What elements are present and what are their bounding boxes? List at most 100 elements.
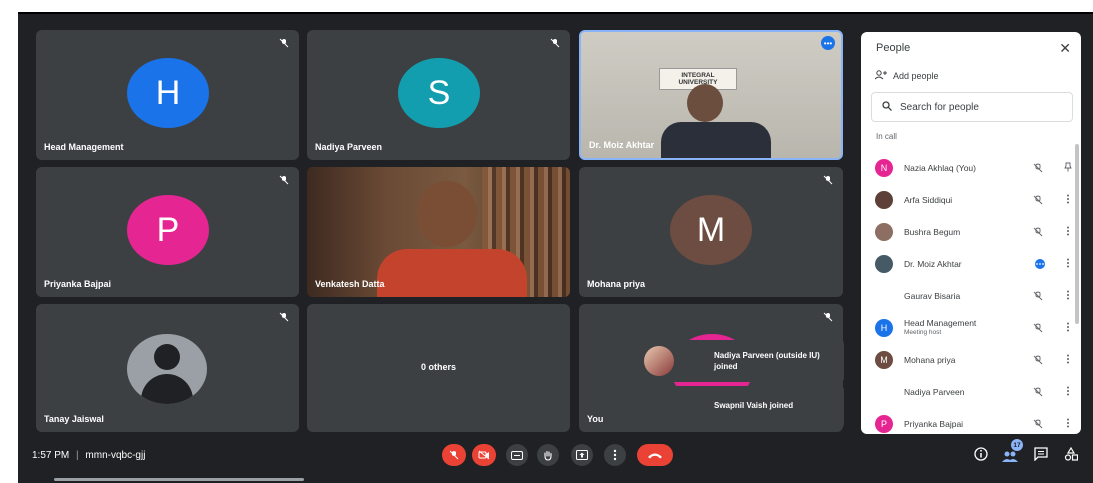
join-notification: Nadiya Parveen (outside IU) joined (618, 340, 844, 382)
person-body (377, 249, 527, 297)
meeting-code[interactable]: mmn-vqbc-gjj (85, 450, 145, 461)
add-people-button[interactable]: Add people (874, 70, 939, 82)
more-icon[interactable] (1063, 418, 1073, 431)
participant-name: Head Management (44, 142, 124, 152)
person-head (417, 181, 477, 247)
others-tile[interactable]: 0 others (307, 304, 570, 432)
captions-button[interactable] (506, 444, 528, 466)
participant-avatar (875, 255, 893, 273)
present-button[interactable] (571, 444, 593, 466)
participant-avatar: S (398, 58, 480, 128)
mic-off-icon[interactable] (1033, 419, 1043, 429)
participant-avatar: H (875, 319, 893, 337)
participant-video-tile[interactable]: Venkatesh Datta (307, 167, 570, 297)
participant-avatar: M (670, 195, 752, 265)
in-call-label: In call (876, 132, 897, 141)
mic-off-icon[interactable] (1033, 387, 1043, 397)
participant-name: Arfa Siddiqui (904, 194, 953, 205)
people-icon (1002, 451, 1018, 462)
hang-up-icon (648, 453, 662, 459)
toast-text: Swapnil Vaish joined (714, 401, 794, 410)
participant-row[interactable]: M Mohana priya (875, 348, 1073, 372)
participant-info: Arfa Siddiqui (904, 194, 1033, 205)
more-icon[interactable] (1063, 354, 1073, 367)
default-avatar-icon (127, 334, 207, 404)
mic-off-icon[interactable] (1033, 291, 1043, 301)
meeting-separator: | (76, 450, 79, 461)
participant-avatar: M (875, 351, 893, 369)
camera-off-icon (478, 450, 490, 460)
people-count-badge: 17 (1011, 439, 1023, 451)
more-icon[interactable] (1063, 258, 1073, 271)
participant-role: Meeting host (904, 329, 942, 336)
participant-row[interactable]: N Nazia Akhlaq (You) (875, 156, 1073, 180)
present-screen-icon (576, 450, 588, 460)
participant-name: Dr. Moiz Akhtar (589, 140, 655, 150)
mic-off-icon[interactable] (1033, 323, 1043, 333)
mic-off-icon (823, 312, 833, 322)
more-icon[interactable] (1063, 386, 1073, 399)
activities-icon (1064, 446, 1079, 461)
participant-tile[interactable]: H Head Management (36, 30, 299, 160)
meeting-info: 1:57 PM | mmn-vqbc-gjj (32, 450, 145, 461)
participant-row[interactable]: Gaurav Bisaria (875, 284, 1073, 308)
participant-row[interactable]: Arfa Siddiqui (875, 188, 1073, 212)
participant-row[interactable]: H Head Management Meeting host (875, 316, 1073, 340)
participant-avatar (875, 223, 893, 241)
participant-tile[interactable]: M Mohana priya (579, 167, 843, 297)
participant-info: Gaurav Bisaria (904, 291, 1033, 301)
search-input[interactable]: Search for people (871, 92, 1073, 122)
participant-avatar: H (127, 58, 209, 128)
participant-row[interactable]: Nadiya Parveen (875, 380, 1073, 404)
meet-window: H Head Management S Nadiya Parveen INTEG… (18, 12, 1093, 483)
mic-off-icon[interactable] (1033, 163, 1043, 173)
mic-off-icon[interactable] (1033, 227, 1043, 237)
participant-info: Dr. Moiz Akhtar (904, 259, 1033, 269)
participant-name: Nazia Akhlaq (You) (904, 162, 976, 173)
leave-call-button[interactable] (637, 444, 673, 466)
participant-row[interactable]: Bushra Begum (875, 220, 1073, 244)
mic-off-icon[interactable] (1033, 195, 1043, 205)
chat-button[interactable] (1034, 447, 1050, 463)
participant-name: Nadiya Parveen (904, 386, 965, 397)
mic-off-icon[interactable] (1033, 355, 1043, 365)
participant-tile[interactable]: Tanay Jaiswal (36, 304, 299, 432)
more-icon[interactable] (1063, 322, 1073, 335)
participant-tile[interactable]: S Nadiya Parveen (307, 30, 570, 160)
more-options-icon[interactable]: ••• (821, 36, 835, 50)
participant-name: Bushra Begum (904, 226, 961, 237)
more-icon[interactable] (1063, 226, 1073, 239)
participant-info: Nadiya Parveen (904, 386, 1033, 397)
mic-off-icon (279, 312, 289, 322)
more-icon[interactable] (1063, 194, 1073, 207)
participant-name: Tanay Jaiswal (44, 414, 104, 424)
people-button[interactable]: 17 (1002, 439, 1024, 465)
more-vert-icon (613, 449, 617, 461)
participant-info: Mohana priya (904, 355, 1033, 365)
close-icon[interactable]: ✕ (1059, 40, 1071, 57)
pin-icon[interactable] (1063, 162, 1073, 175)
participant-name: Head Management (904, 318, 977, 328)
raise-hand-button[interactable] (537, 444, 559, 466)
more-icon[interactable] (1063, 290, 1073, 303)
participant-tile[interactable]: P Priyanka Bajpai (36, 167, 299, 297)
participant-name: Mohana priya (587, 279, 646, 289)
add-person-icon (874, 70, 887, 82)
participant-avatar (875, 383, 893, 401)
search-icon (882, 100, 892, 114)
meeting-details-button[interactable] (974, 447, 990, 463)
mic-toggle-button[interactable] (442, 444, 466, 466)
activities-button[interactable] (1064, 446, 1080, 463)
camera-toggle-button[interactable] (472, 444, 496, 466)
add-people-label: Add people (893, 71, 939, 81)
speaking-indicator-icon[interactable] (1033, 259, 1045, 269)
captions-icon (511, 450, 523, 460)
more-options-button[interactable] (604, 444, 626, 466)
participant-row[interactable]: P Priyanka Bajpai (875, 412, 1073, 434)
participant-avatar (875, 287, 893, 305)
participant-video-tile[interactable]: INTEGRAL UNIVERSITY ••• Dr. Moiz Akhtar (579, 30, 843, 160)
participant-avatar: P (875, 415, 893, 433)
participant-avatar: N (875, 159, 893, 177)
participant-row[interactable]: Dr. Moiz Akhtar (875, 252, 1073, 276)
scrollbar[interactable] (1075, 144, 1079, 324)
